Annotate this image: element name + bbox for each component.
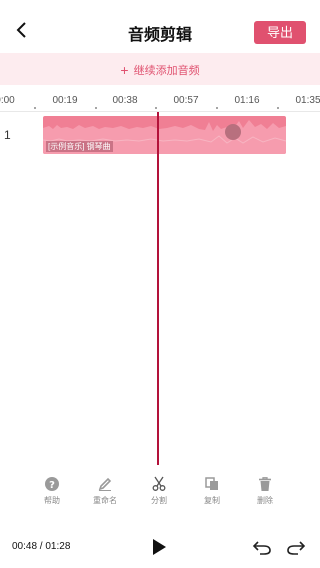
delete-label: 删除: [257, 496, 273, 505]
help-button[interactable]: ? 帮助: [32, 476, 72, 506]
player-bar: 00:48 / 01:28: [0, 530, 320, 564]
rename-label: 重命名: [93, 496, 117, 505]
copy-button[interactable]: 复制: [192, 476, 232, 506]
ruler-tick: 00:38: [112, 95, 138, 106]
timeline-ruler[interactable]: 0:00 00:19 00:38 00:57 01:16 01:35: [0, 92, 320, 110]
ruler-minor-tick: [277, 107, 279, 109]
playhead[interactable]: [157, 112, 159, 465]
audio-clip[interactable]: [示例音乐] 钢琴曲: [43, 116, 286, 154]
help-label: 帮助: [44, 496, 60, 505]
plus-icon: +: [120, 62, 129, 78]
ruler-divider: [0, 111, 320, 112]
ruler-minor-tick: [34, 107, 36, 109]
ruler-tick: 01:35: [295, 95, 320, 106]
delete-button[interactable]: 删除: [245, 476, 285, 506]
scissors-icon: [152, 476, 166, 491]
ruler-minor-tick: [155, 107, 157, 109]
undo-icon[interactable]: [252, 538, 272, 556]
ruler-minor-tick: [95, 107, 97, 109]
ruler-tick: 00:19: [52, 95, 78, 106]
play-icon[interactable]: [150, 538, 168, 556]
copy-icon: [205, 477, 218, 490]
split-button[interactable]: 分割: [139, 476, 179, 506]
edit-toolbar: ? 帮助 重命名 分割 复制 删除: [0, 476, 320, 508]
help-icon: ?: [45, 477, 59, 491]
track-number: 1: [4, 128, 11, 142]
rename-button[interactable]: 重命名: [85, 476, 125, 506]
current-time: 00:48: [12, 541, 38, 552]
pencil-icon: [98, 477, 112, 491]
copy-label: 复制: [204, 496, 220, 505]
add-audio-bar[interactable]: + 继续添加音频: [0, 53, 320, 85]
ruler-tick: 0:00: [0, 95, 15, 106]
header: 音频剪辑 导出: [0, 0, 320, 52]
svg-text:?: ?: [49, 480, 55, 491]
ruler-minor-tick: [216, 107, 218, 109]
total-duration: 01:28: [45, 541, 71, 552]
redo-icon[interactable]: [286, 538, 306, 556]
ruler-tick: 01:16: [234, 95, 260, 106]
trash-icon: [259, 477, 271, 491]
playback-time: 00:48 / 01:28: [12, 541, 70, 552]
add-audio-label: 继续添加音频: [133, 65, 200, 77]
clip-handle[interactable]: [225, 124, 241, 140]
add-audio-button[interactable]: + 继续添加音频: [0, 62, 320, 78]
export-button[interactable]: 导出: [254, 21, 306, 44]
split-label: 分割: [151, 496, 167, 505]
ruler-tick: 00:57: [173, 95, 199, 106]
clip-label: [示例音乐] 钢琴曲: [46, 141, 113, 152]
